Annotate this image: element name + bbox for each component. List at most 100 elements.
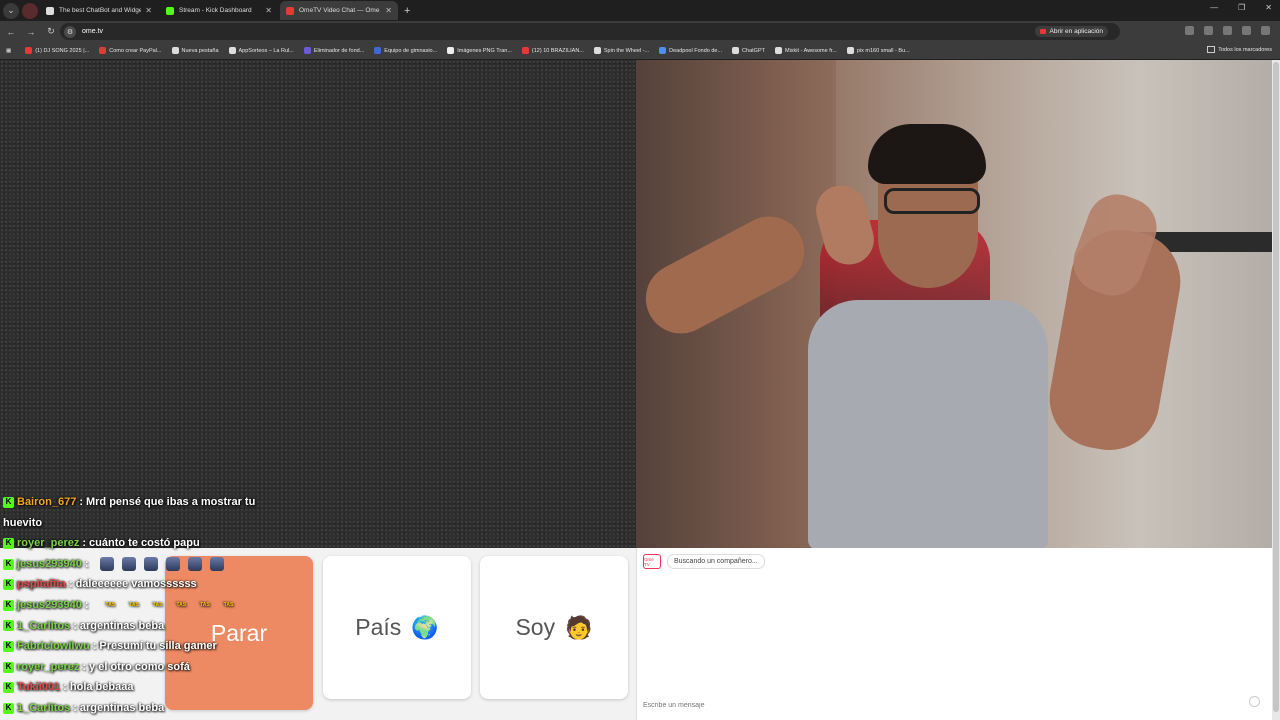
emote-icon <box>121 557 136 572</box>
kick-badge-icon: K <box>3 640 14 652</box>
chat-message: Kroyer_perez: cuánto te costó papu <box>0 533 310 554</box>
chat-text: argentinas beba <box>79 619 165 632</box>
scrollbar[interactable] <box>1272 60 1280 720</box>
emote-icon <box>187 557 202 572</box>
bookmark-favicon-icon <box>659 47 667 54</box>
puzzle-icon[interactable] <box>1223 26 1232 35</box>
chat-separator: : <box>63 681 67 694</box>
chat-separator: : <box>68 578 73 591</box>
tab-chatbot[interactable]: The best ChatBot and Widgets ✕ <box>40 1 158 20</box>
gender-label: Soy <box>515 614 556 640</box>
star-icon[interactable] <box>1185 26 1194 35</box>
emote-icon <box>209 557 224 572</box>
open-in-app-button[interactable]: Abrir en aplicación <box>1034 26 1108 37</box>
back-icon[interactable]: ← <box>2 27 20 37</box>
globe-icon: 🌍 <box>411 614 439 640</box>
chat-username: jesus293940 <box>17 557 82 570</box>
tab-close-icon[interactable]: ✕ <box>145 6 152 15</box>
youtube-icon <box>1039 29 1046 34</box>
chat-message: K Bairon_677: Mrd pensé que ibas a mostrar… <box>0 492 310 513</box>
tab-kick-dashboard[interactable]: Stream - Kick Dashboard ✕ <box>160 1 278 20</box>
extension-icon[interactable] <box>1204 26 1213 35</box>
bookmark-item[interactable]: Mixkit - Awesome fr... <box>774 47 837 54</box>
new-tab-button[interactable]: + <box>404 5 410 17</box>
bookmark-favicon-icon <box>846 47 854 54</box>
bookmark-item[interactable]: (1) DJ SONG 2025 |... <box>25 47 89 54</box>
emote-icon <box>165 557 180 572</box>
tab-close-icon[interactable]: ✕ <box>265 6 272 15</box>
person-icon: 🧑 <box>565 614 593 640</box>
bookmark-item[interactable]: AppSorteos – La Rul... <box>228 47 294 54</box>
all-bookmarks-button[interactable]: Todos los marcadores <box>1207 46 1272 53</box>
person-glasses <box>884 188 980 214</box>
kick-badge-icon: K <box>3 599 14 611</box>
ometv-favicon-icon <box>286 6 294 15</box>
bookmark-list: (1) DJ SONG 2025 |... Como crear PayPal..… <box>25 47 920 54</box>
forward-icon[interactable]: → <box>22 27 40 37</box>
kick-chat-overlay: K Bairon_677: Mrd pensé que ibas a mostrar… <box>0 492 310 719</box>
chat-text: Mrd pensé que ibas a mostrar tu <box>85 496 256 508</box>
chat-separator: : <box>82 660 87 673</box>
bookmark-favicon-icon <box>521 47 529 54</box>
tas-emote-icon: TAS <box>129 601 139 608</box>
chat-separator: : <box>79 496 83 508</box>
bookmark-item[interactable]: Spin the Wheel -... <box>593 47 650 54</box>
apps-icon[interactable]: ▦ <box>6 48 11 54</box>
profile-tab-icon[interactable] <box>22 2 38 19</box>
bookmark-label: Nueva pestaña <box>181 47 219 54</box>
tas-emote-icon: TAS <box>176 601 187 608</box>
emote-icon <box>99 557 114 572</box>
bookmark-item[interactable]: Equipo de gimnasio... <box>374 47 437 54</box>
close-window-icon[interactable]: ✕ <box>1265 3 1272 12</box>
bookmark-label: Equipo de gimnasio... <box>384 47 438 54</box>
profile-icon[interactable] <box>1242 26 1251 35</box>
bookmark-label: (12) 10 BRAZILIAN... <box>531 47 584 54</box>
tab-ometv[interactable]: OmeTV Video Chat — Ome ✕ <box>280 1 398 20</box>
minimize-icon[interactable]: — <box>1210 3 1218 12</box>
bookmark-item[interactable]: Imágenes PNG Tran... <box>447 47 512 54</box>
status-message: Buscando un compañero... <box>667 554 765 569</box>
bookmark-item[interactable]: Como crear PayPal... <box>99 47 162 54</box>
tas-emote-icon: TAS <box>105 601 116 608</box>
tab-search-button[interactable]: ⌄ <box>3 2 19 19</box>
emoji-icon[interactable] <box>1249 696 1260 707</box>
tab-title: OmeTV Video Chat — Ome <box>299 7 380 14</box>
tas-emote-icon: TAS <box>152 601 163 608</box>
bookmark-label: Spin the Wheel -... <box>603 47 650 54</box>
bookmark-label: Imágenes PNG Tran... <box>457 47 512 54</box>
message-input[interactable] <box>643 698 1253 712</box>
bookmark-item[interactable]: Eliminador de fond... <box>303 47 364 54</box>
chat-separator: : <box>82 537 87 550</box>
country-button[interactable]: País 🌍 <box>323 556 471 699</box>
kick-badge-icon: K <box>3 682 14 694</box>
all-bookmarks-label: Todos los marcadores <box>1218 46 1272 53</box>
chat-text: y el otro como sofá <box>89 660 190 673</box>
tab-close-icon[interactable]: ✕ <box>385 6 392 15</box>
scrollbar-thumb[interactable] <box>1273 62 1279 712</box>
bookmark-item[interactable]: (12) 10 BRAZILIAN... <box>521 47 584 54</box>
bookmark-favicon-icon <box>228 47 236 54</box>
menu-icon[interactable] <box>1261 26 1270 35</box>
site-info-icon[interactable]: ⚙ <box>64 25 76 38</box>
chat-username: jesus293940 <box>17 598 82 611</box>
bookmark-item[interactable]: ChatGPT <box>732 47 765 54</box>
url-text[interactable]: ome.tv <box>82 28 103 35</box>
bookmark-item[interactable]: Nueva pestaña <box>171 47 219 54</box>
chat-username: pspitafita <box>17 578 66 591</box>
bookmark-favicon-icon <box>25 47 33 54</box>
toolbar: ← → ↻ ⚙ ome.tv Abrir en aplicación <box>0 21 1280 42</box>
tas-emote-icon: TAS <box>200 601 210 608</box>
bookmark-favicon-icon <box>774 47 782 54</box>
tab-title: The best ChatBot and Widgets <box>59 7 142 14</box>
bookmark-item[interactable]: Deadpool Fondo de... <box>659 47 722 54</box>
address-bar[interactable]: ⚙ ome.tv Abrir en aplicación <box>60 23 1120 40</box>
country-label: País <box>355 614 402 640</box>
reload-icon[interactable]: ↻ <box>42 26 60 37</box>
chat-separator: : <box>92 640 97 653</box>
bookmark-item[interactable]: pix m160 small - Bu... <box>846 47 910 54</box>
chat-text: Presumí tu silla gamer <box>99 640 217 653</box>
open-in-app-label: Abrir en aplicación <box>1049 28 1103 35</box>
maximize-icon[interactable]: ❐ <box>1238 3 1245 12</box>
partner-video <box>0 60 636 548</box>
gender-button[interactable]: Soy 🧑 <box>480 556 628 699</box>
